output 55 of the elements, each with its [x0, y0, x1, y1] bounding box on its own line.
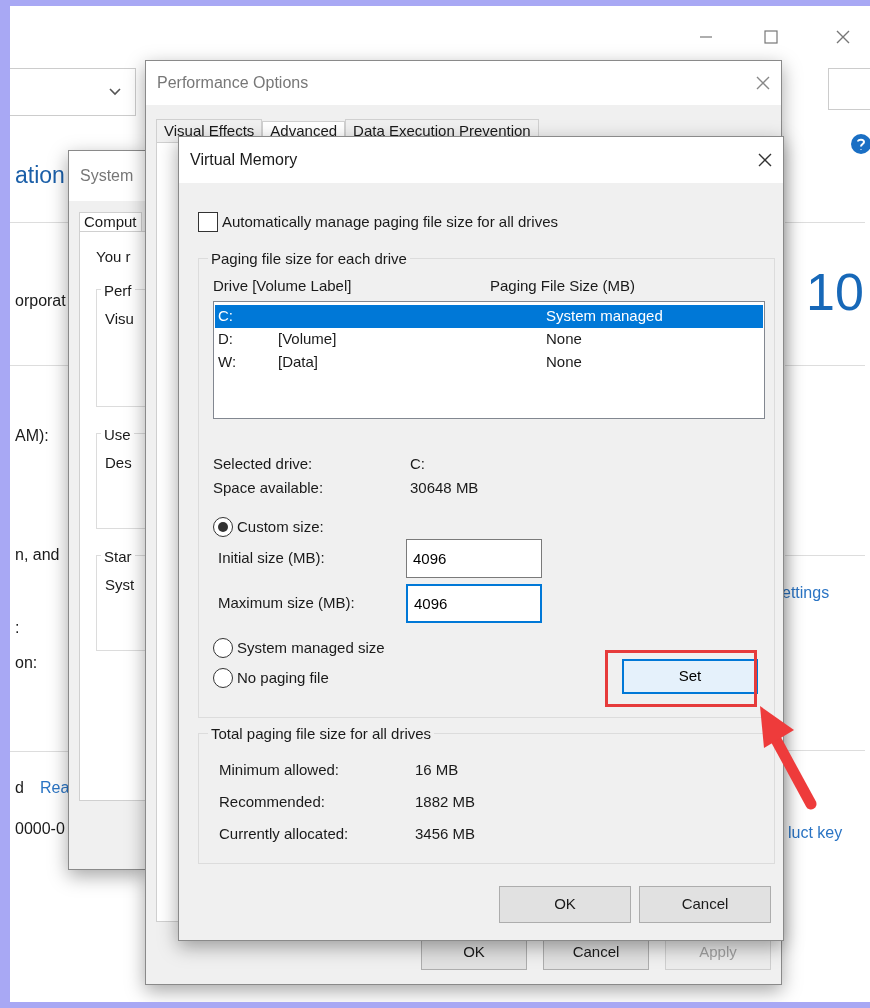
window-title: System: [80, 166, 134, 186]
value-text: 1882 MB: [415, 791, 476, 812]
text-label: d: [15, 778, 24, 798]
text-label: Recommended:: [219, 791, 326, 812]
chevron-icon: [109, 88, 121, 96]
tab[interactable]: Comput: [79, 212, 142, 231]
column-header: Paging File Size (MB): [490, 275, 636, 296]
value-text: C:: [410, 454, 425, 474]
window-title: Performance Options: [157, 73, 309, 93]
link[interactable]: ettings: [782, 581, 830, 605]
list-row[interactable]: C: System managed: [215, 305, 763, 328]
page-heading: ation: [15, 161, 65, 190]
text-label: AM):: [15, 426, 49, 446]
close-icon[interactable]: [757, 152, 773, 168]
field-label: Initial size (MB):: [218, 547, 326, 568]
text-label: Visu: [105, 308, 134, 329]
value-text: 16 MB: [415, 759, 459, 780]
radio-label: No paging file: [237, 668, 329, 688]
dialog-button[interactable]: OK: [499, 885, 631, 923]
input-field[interactable]: 4096: [406, 583, 542, 623]
value-text: 3456 MB: [415, 823, 476, 844]
text-label: Syst: [105, 574, 135, 595]
text-label: Space available:: [213, 478, 325, 498]
set-button[interactable]: Set: [622, 658, 758, 694]
text-label: :: [15, 618, 20, 638]
value-text: 30648 MB: [410, 478, 479, 498]
text-label: 0000-0: [15, 819, 65, 839]
link[interactable]: luct key: [788, 821, 843, 845]
radio-button[interactable]: [213, 517, 233, 538]
checkbox-label: Automatically manage paging file size for all drives: [222, 212, 558, 232]
text-label: Currently allocated:: [219, 823, 350, 844]
text-label: Selected drive:: [213, 454, 314, 474]
list-row[interactable]: W: [Data] None: [215, 351, 763, 374]
help-icon[interactable]: [851, 134, 870, 154]
text-label: n, and: [15, 545, 60, 565]
column-header: Drive [Volume Label]: [213, 275, 353, 296]
dialog-button[interactable]: Cancel: [639, 885, 771, 923]
link[interactable]: Rea: [40, 776, 70, 800]
radio-button[interactable]: [213, 637, 233, 658]
text-label: orporat: [15, 291, 66, 311]
list-row[interactable]: D: [Volume] None: [215, 328, 763, 351]
radio-label: System managed size: [237, 637, 385, 658]
text-label: You r: [96, 247, 131, 267]
checkbox[interactable]: [198, 212, 218, 233]
field-label: Maximum size (MB):: [218, 592, 356, 613]
text-label: Des: [105, 452, 132, 473]
text-label: Minimum allowed:: [219, 759, 341, 780]
version-logo: 10: [806, 266, 864, 318]
search-field[interactable]: [828, 68, 870, 110]
dropdown-field[interactable]: [10, 68, 136, 116]
input-field[interactable]: 4096: [406, 538, 542, 578]
radio-button[interactable]: [213, 668, 233, 689]
window-title: Virtual Memory: [190, 150, 298, 170]
text-label: on:: [15, 653, 38, 673]
radio-label: Custom size:: [237, 517, 324, 537]
